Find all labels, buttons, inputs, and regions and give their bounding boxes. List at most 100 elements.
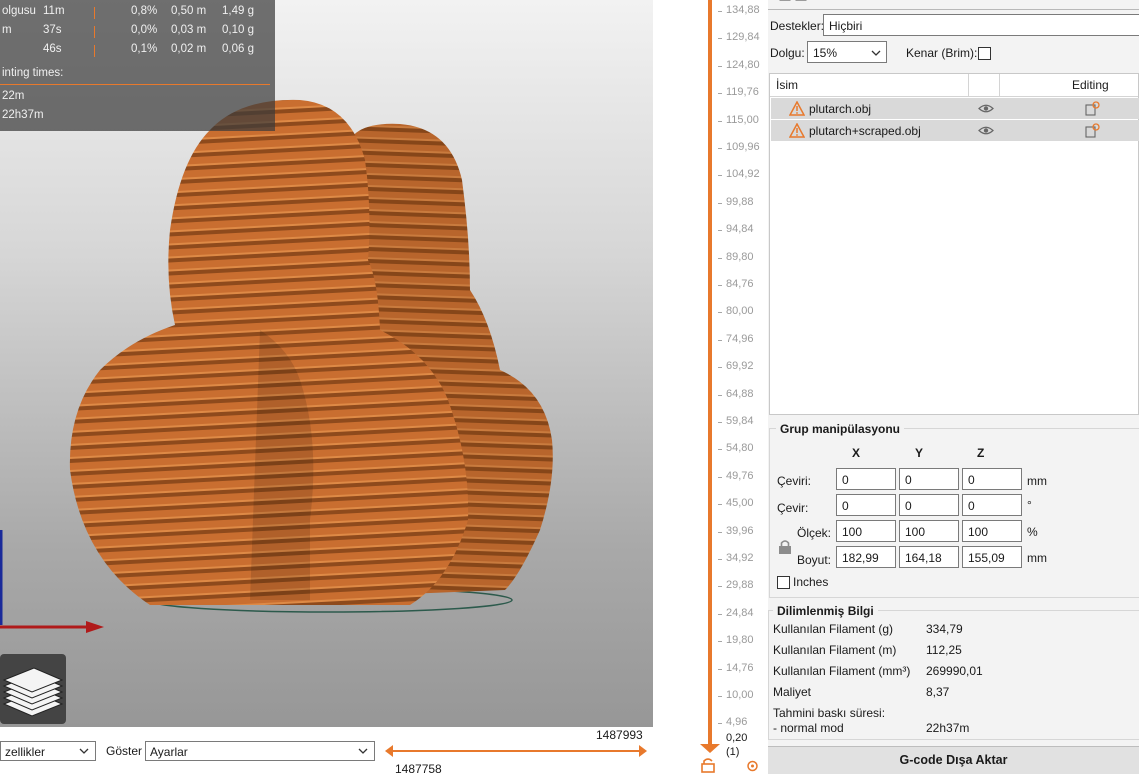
layer-height-label: 14,76	[726, 661, 754, 674]
layer-height-label: 69,92	[726, 360, 754, 373]
show-combo[interactable]: Ayarlar	[145, 741, 375, 761]
warning-icon[interactable]	[789, 101, 805, 116]
layer-tick	[718, 641, 722, 643]
layer-tick	[718, 230, 722, 232]
settings-gear-icon[interactable]	[745, 759, 760, 773]
layer-tick	[718, 257, 722, 259]
translate-unit: mm	[1027, 474, 1047, 488]
inches-checkbox[interactable]	[777, 576, 790, 589]
layer-tick	[718, 148, 722, 149]
layer-height-label: 59,84	[726, 415, 754, 427]
axis-z-label: Z	[977, 446, 985, 460]
layer-tick	[718, 504, 722, 506]
edit-settings-icon[interactable]	[1084, 101, 1100, 116]
layer-height-label: 129,84	[726, 31, 760, 44]
supports-label: Destekler:	[770, 19, 825, 33]
layer-height-label: 134,88	[726, 4, 760, 16]
layer-height-label: 39,96	[726, 524, 754, 537]
export-gcode-button[interactable]: G-code Dışa Aktar	[768, 746, 1139, 774]
normal-mode-value: 22h37m	[926, 721, 970, 735]
layer-tick	[718, 202, 722, 204]
size-y-input[interactable]: 164,18	[899, 546, 959, 568]
stat-row: m 37s 0,0% 0,03 m 0,10 g	[0, 24, 275, 42]
layers-view-button[interactable]	[0, 654, 66, 724]
edit-settings-icon[interactable]	[1084, 123, 1100, 138]
layer-height-label: 54,80	[726, 442, 754, 455]
infill-select[interactable]: 15%	[807, 41, 887, 63]
stat-row: olgusu 11m 0,8% 0,50 m 1,49 g	[0, 5, 275, 23]
h-slider-left-value: 1487758	[395, 762, 442, 776]
filament-m-value: 112,25	[926, 643, 962, 657]
eye-icon[interactable]	[978, 125, 994, 136]
filament-mm3-value: 269990,01	[926, 664, 983, 678]
features-combo[interactable]: zellikler	[0, 741, 96, 761]
size-x-input[interactable]: 182,99	[836, 546, 896, 568]
scale-unit: %	[1027, 525, 1038, 539]
print-time-value: 22m	[2, 90, 25, 102]
column-name[interactable]: İsim	[776, 78, 798, 92]
layer-tick	[718, 476, 722, 478]
layer-tick	[718, 668, 722, 670]
layer-tick	[718, 120, 722, 122]
infill-label: Dolgu:	[770, 46, 805, 60]
size-unit: mm	[1027, 551, 1047, 565]
brim-checkbox[interactable]	[978, 47, 991, 60]
filament-mm3-label: Kullanılan Filament (mm³)	[773, 664, 911, 678]
layer-tick	[718, 285, 722, 286]
layer-tick	[718, 65, 722, 67]
translate-y-input[interactable]: 0	[899, 468, 959, 490]
column-editing[interactable]: Editing	[1072, 78, 1109, 92]
stat-weight: 0,10 g	[222, 24, 254, 36]
tab-icons	[779, 0, 807, 1]
stat-time: 11m	[43, 5, 65, 17]
layer-height-label: 34,92	[726, 552, 754, 564]
scale-lock-icon[interactable]	[778, 539, 792, 555]
rotate-x-input[interactable]: 0	[836, 494, 896, 516]
layer-height-label: 19,80	[726, 634, 754, 647]
translate-z-input[interactable]: 0	[962, 468, 1022, 490]
object-list[interactable]: İsim Editing plutarch.obj plutarch+scrap…	[769, 73, 1139, 415]
layer-height-label: 10,00	[726, 689, 754, 701]
eye-icon[interactable]	[978, 103, 994, 114]
stat-name: olgusu	[2, 5, 36, 17]
layer-tick	[718, 93, 722, 95]
layer-height-label: 74,96	[726, 332, 754, 345]
rotate-z-input[interactable]: 0	[962, 494, 1022, 516]
supports-select[interactable]: Hiçbiri	[823, 14, 1139, 36]
layer-tick	[718, 312, 722, 314]
rotate-y-input[interactable]: 0	[899, 494, 959, 516]
scale-y-input[interactable]: 100	[899, 520, 959, 542]
layer-tick	[718, 613, 722, 615]
object-row[interactable]: plutarch+scraped.obj	[771, 120, 1139, 141]
horizontal-slider[interactable]	[385, 744, 647, 758]
3d-viewport[interactable]: olgusu 11m 0,8% 0,50 m 1,49 g m 37s 0,0%…	[0, 0, 653, 727]
h-slider-right-value: 1487993	[596, 728, 643, 742]
object-row[interactable]: plutarch.obj	[771, 98, 1139, 119]
warning-icon[interactable]	[789, 123, 805, 138]
brim-label: Kenar (Brim):	[906, 46, 978, 60]
stat-length: 0,03 m	[171, 24, 207, 36]
scale-z-input[interactable]: 100	[962, 520, 1022, 542]
axis-x-label: X	[852, 446, 861, 460]
layer-tick	[718, 38, 722, 40]
filament-m-label: Kullanılan Filament (m)	[773, 643, 897, 657]
inches-label: Inches	[793, 575, 829, 589]
object-list-header: İsim Editing	[770, 74, 1138, 97]
layer-height-label: 89,80	[726, 250, 754, 263]
stat-percent: 0,0%	[131, 24, 158, 36]
size-z-input[interactable]: 155,09	[962, 546, 1022, 568]
layer-slider-handle[interactable]	[700, 742, 720, 754]
translate-x-input[interactable]: 0	[836, 468, 896, 490]
layer-height-label: 99,88	[726, 195, 754, 208]
layer-height-label: 64,88	[726, 387, 754, 400]
chevron-down-icon	[871, 50, 881, 56]
layer-slider-track[interactable]	[708, 0, 712, 745]
normal-mode-label: - normal mod	[773, 721, 844, 735]
layer-tick	[718, 696, 722, 697]
layer-height-label: 115,00	[726, 113, 759, 126]
lock-icon[interactable]	[700, 758, 716, 773]
layer-height-label: 49,76	[726, 469, 754, 482]
scale-x-input[interactable]: 100	[836, 520, 896, 542]
layer-bottom-value: 0,20	[726, 732, 748, 744]
layer-tick	[718, 394, 722, 396]
